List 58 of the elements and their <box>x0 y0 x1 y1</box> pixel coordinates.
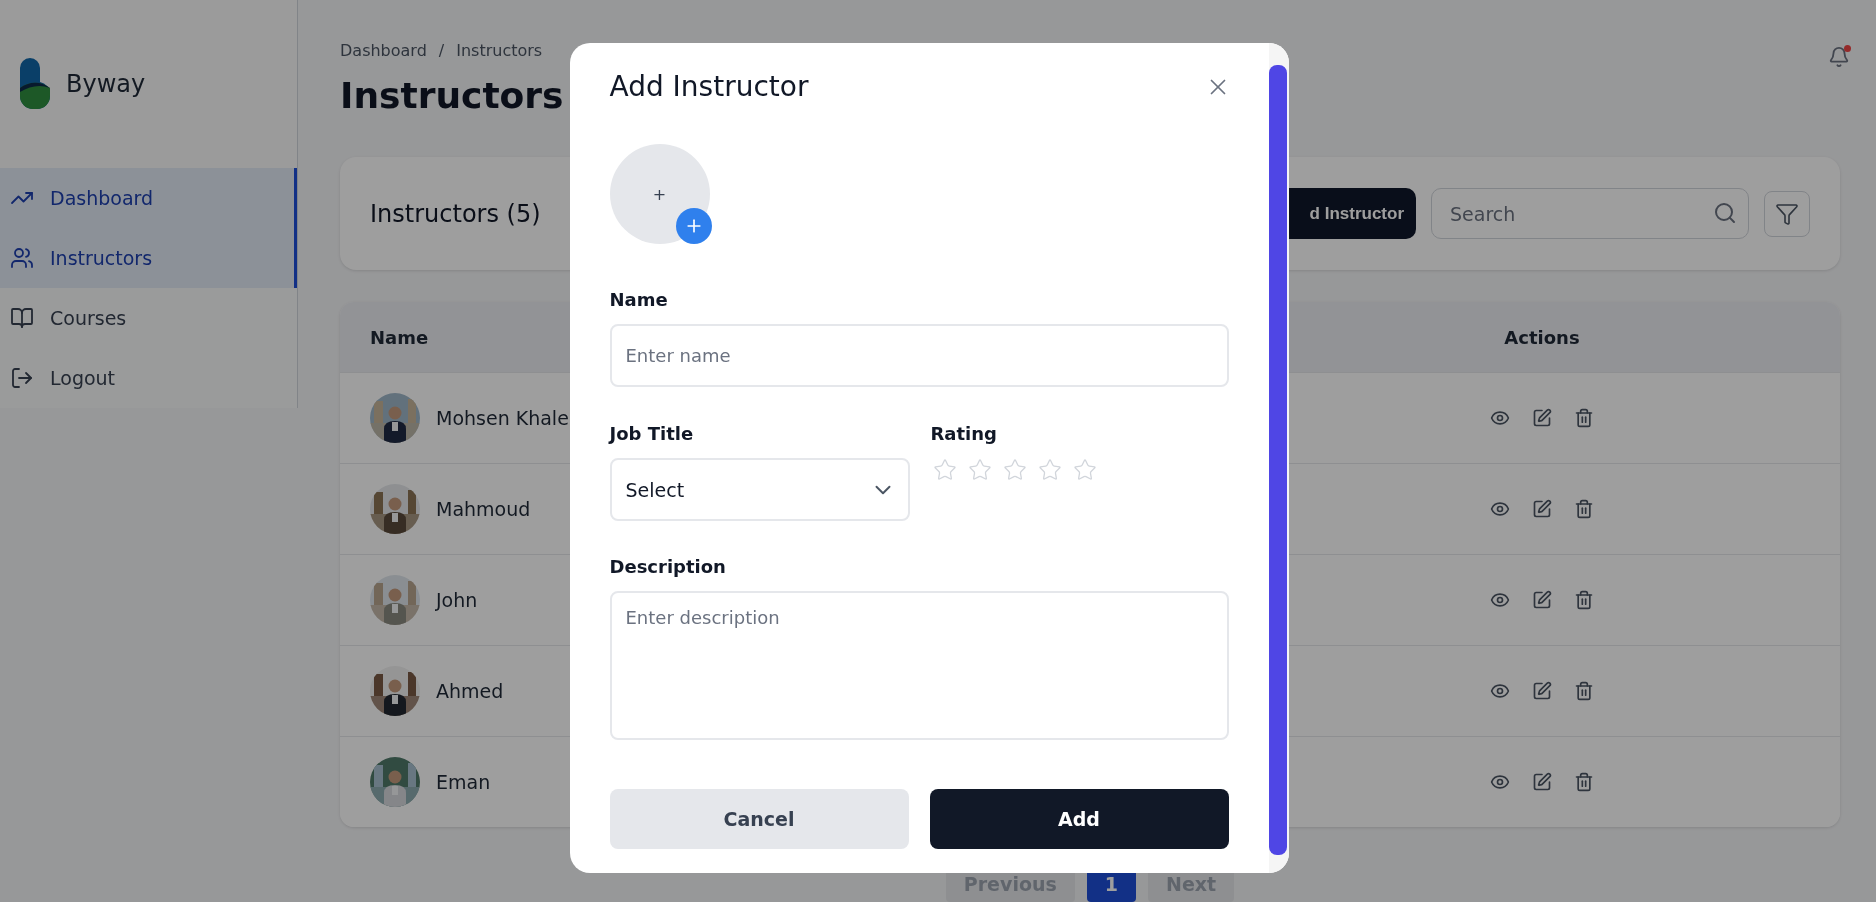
breadcrumb-item[interactable]: Dashboard <box>340 40 427 60</box>
search-icon[interactable] <box>1713 201 1737 225</box>
view-icon[interactable] <box>1490 681 1510 701</box>
edit-icon[interactable] <box>1532 772 1552 792</box>
cancel-button[interactable]: Cancel <box>609 789 909 849</box>
photo-upload[interactable]: + <box>609 144 710 244</box>
delete-icon[interactable] <box>1574 772 1594 792</box>
edit-icon[interactable] <box>1532 681 1552 701</box>
breadcrumb-item: Instructors <box>456 40 543 60</box>
delete-icon[interactable] <box>1574 590 1594 610</box>
filter-button[interactable] <box>1764 190 1810 237</box>
field-label: Rating <box>930 424 998 444</box>
star-icon[interactable] <box>1002 458 1027 482</box>
star-icon[interactable] <box>1037 458 1062 482</box>
star-icon[interactable] <box>1072 458 1097 482</box>
users-icon <box>10 246 34 270</box>
edit-icon[interactable] <box>1532 499 1552 519</box>
star-icon[interactable] <box>932 458 957 482</box>
instructor-name: Ahmed <box>436 680 504 702</box>
edit-icon[interactable] <box>1532 590 1552 610</box>
field-label: Description <box>609 557 727 577</box>
name-field[interactable]: Enter name <box>609 324 1229 387</box>
description-field[interactable]: Enter description <box>609 591 1229 740</box>
view-icon[interactable] <box>1490 408 1510 428</box>
view-icon[interactable] <box>1490 772 1510 792</box>
search-field[interactable]: Search <box>1431 188 1749 239</box>
star-icon[interactable] <box>967 458 992 482</box>
delete-icon[interactable] <box>1574 499 1594 519</box>
field-label: Job Title <box>609 424 695 444</box>
page-title: Instructors <box>340 74 564 118</box>
delete-icon[interactable] <box>1574 681 1594 701</box>
card-heading: Instructors (5) <box>370 199 541 228</box>
view-icon[interactable] <box>1490 499 1510 519</box>
scrollbar-thumb[interactable] <box>1268 65 1287 855</box>
sidebar-item[interactable]: Instructors <box>0 228 297 288</box>
instructor-name: Eman <box>436 771 491 793</box>
book-icon <box>10 306 34 330</box>
column-header: Actions <box>1504 326 1580 348</box>
instructor-name: Mohsen Khale <box>436 407 569 429</box>
filter-icon <box>1775 201 1799 226</box>
column-header: Name <box>370 326 429 348</box>
edit-icon[interactable] <box>1532 408 1552 428</box>
instructor-name: Mahmoud <box>436 498 531 520</box>
logout-icon <box>10 366 34 390</box>
job-title-select[interactable]: Select <box>609 458 910 521</box>
notification-bell-icon[interactable] <box>1828 46 1850 68</box>
sidebar-item[interactable]: Dashboard <box>0 168 297 228</box>
brand-name: Byway <box>66 70 146 98</box>
sidebar-item[interactable]: Logout <box>0 348 297 408</box>
view-icon[interactable] <box>1490 590 1510 610</box>
logo-icon <box>18 58 52 110</box>
delete-icon[interactable] <box>1574 408 1594 428</box>
field-label: Name <box>609 290 669 310</box>
add-button[interactable]: Add <box>929 789 1229 849</box>
instructor-name: John <box>436 589 478 611</box>
sidebar-item[interactable]: Courses <box>0 288 297 348</box>
breadcrumb-separator: / <box>438 40 445 60</box>
modal-title: Add Instructor <box>609 69 809 105</box>
